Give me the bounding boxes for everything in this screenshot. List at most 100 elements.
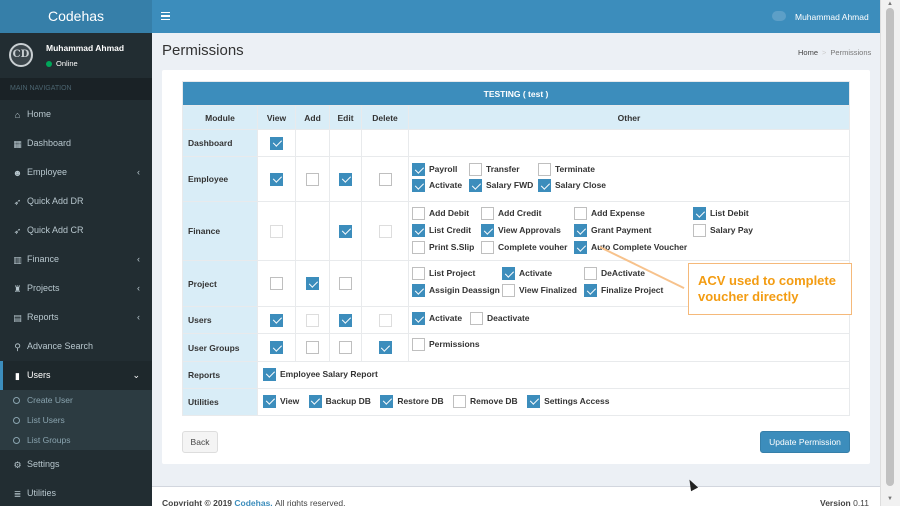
perm-transfer[interactable]: Transfer (469, 163, 520, 176)
sidebar-item-users[interactable]: ▮ Users ⌄ (0, 361, 152, 390)
perm-auto-complete-voucher[interactable]: Auto Complete Voucher (574, 241, 687, 254)
sidebar-item-employee[interactable]: ☻ Employee ‹ (0, 158, 152, 187)
user-groups-edit-checkbox[interactable] (339, 341, 352, 354)
list-project-checkbox[interactable] (412, 267, 425, 280)
util-view-checkbox[interactable] (263, 394, 276, 408)
users-deactivate-checkbox[interactable] (470, 312, 483, 325)
submenu-item-list-groups[interactable]: List Groups (0, 430, 152, 450)
sidebar-item-reports[interactable]: ▤ Reports ‹ (0, 303, 152, 332)
users-edit-checkbox[interactable] (339, 313, 352, 327)
grant-payment-checkbox[interactable] (574, 224, 587, 237)
finance-edit-checkbox[interactable] (339, 224, 352, 238)
perm-salary-pay[interactable]: Salary Pay (693, 224, 753, 237)
sidebar-item-home[interactable]: ⌂ Home (0, 100, 152, 129)
user-groups-view-checkbox[interactable] (270, 341, 283, 354)
update-permission-button[interactable]: Update Permission (760, 431, 850, 453)
perm-view-finalized[interactable]: View Finalized (502, 284, 577, 297)
perm-settings-access[interactable]: Settings Access (527, 394, 609, 408)
salary-pay-checkbox[interactable] (693, 224, 706, 237)
add-credit-checkbox[interactable] (481, 207, 494, 220)
app-logo[interactable]: Codehas (0, 0, 152, 33)
auto-complete-voucher-checkbox[interactable] (574, 241, 587, 254)
perm-add-debit[interactable]: Add Debit (412, 207, 469, 220)
perm-assign-deassign[interactable]: Assigin Deassign (412, 284, 500, 297)
add-expense-checkbox[interactable] (574, 207, 587, 220)
sidebar-item-dashboard[interactable]: ▦ Dashboard (0, 129, 152, 158)
finalize-project-checkbox[interactable] (584, 284, 597, 297)
activate-checkbox[interactable] (412, 179, 425, 192)
employee-add-checkbox[interactable] (306, 172, 319, 186)
payroll-checkbox[interactable] (412, 163, 425, 176)
perm-list-debit[interactable]: List Debit (693, 207, 749, 220)
perm-payroll[interactable]: Payroll (412, 163, 457, 176)
print-s-slip-checkbox[interactable] (412, 241, 425, 254)
perm-add-expense[interactable]: Add Expense (574, 207, 645, 220)
sidebar-item-advance-search[interactable]: ⚲ Advance Search (0, 332, 152, 361)
project-edit-checkbox[interactable] (339, 277, 352, 290)
perm-users-deactivate[interactable]: Deactivate (470, 312, 530, 325)
settings-access-checkbox[interactable] (527, 394, 541, 408)
employee-delete-checkbox[interactable] (378, 172, 392, 186)
employee-salary-report-checkbox[interactable] (263, 367, 276, 381)
submenu-item-list-users[interactable]: List Users (0, 410, 152, 430)
perm-employee-salary-report[interactable]: Employee Salary Report (263, 367, 378, 381)
backup-db-checkbox[interactable] (308, 394, 322, 408)
sidebar-item-projects[interactable]: ♜ Projects ‹ (0, 274, 152, 303)
perm-permissions[interactable]: Permissions (412, 338, 480, 351)
sidebar-item-quick-add-dr[interactable]: ➶ Quick Add DR (0, 187, 152, 216)
scroll-up-arrow-icon[interactable]: ▲ (887, 1, 893, 7)
perm-salary-close[interactable]: Salary Close (538, 179, 606, 192)
perm-project-activate[interactable]: Activate (502, 267, 552, 280)
sidebar-item-utilities[interactable]: ≣ Utilities (0, 479, 152, 506)
project-view-checkbox[interactable] (270, 277, 283, 290)
navbar-user-avatar[interactable] (772, 11, 786, 21)
remove-db-checkbox[interactable] (452, 394, 466, 408)
perm-deactivate[interactable]: DeActivate (584, 267, 645, 280)
breadcrumb-home[interactable]: Home (798, 48, 818, 57)
users-delete-checkbox[interactable] (378, 313, 392, 327)
terminate-checkbox[interactable] (538, 163, 551, 176)
sidebar-item-settings[interactable]: ⚙ Settings (0, 450, 152, 479)
scroll-down-arrow-icon[interactable]: ▼ (887, 496, 893, 502)
perm-grant-payment[interactable]: Grant Payment (574, 224, 651, 237)
employee-edit-checkbox[interactable] (339, 172, 352, 186)
user-groups-add-checkbox[interactable] (306, 341, 319, 354)
perm-finalize-project[interactable]: Finalize Project (584, 284, 663, 297)
hamburger-menu-icon[interactable] (161, 12, 170, 20)
perm-salary-fwd[interactable]: Salary FWD (469, 179, 533, 192)
salary-fwd-checkbox[interactable] (469, 179, 482, 192)
employee-view-checkbox[interactable] (270, 172, 283, 186)
navbar-user-name[interactable]: Muhammad Ahmad (795, 12, 869, 22)
permissions-checkbox[interactable] (412, 338, 425, 351)
perm-util-view[interactable]: View (263, 394, 299, 408)
assign-deassign-checkbox[interactable] (412, 284, 425, 297)
deactivate-checkbox[interactable] (584, 267, 597, 280)
perm-print-s-slip[interactable]: Print S.Slip (412, 241, 474, 254)
submenu-item-create-user[interactable]: Create User (0, 390, 152, 410)
restore-db-checkbox[interactable] (380, 394, 394, 408)
page-scrollbar[interactable]: ▲ ▼ (880, 0, 900, 506)
view-finalized-checkbox[interactable] (502, 284, 515, 297)
complete-voucher-checkbox[interactable] (481, 241, 494, 254)
user-groups-delete-checkbox[interactable] (378, 341, 392, 354)
users-activate-checkbox[interactable] (412, 312, 425, 325)
view-approvals-checkbox[interactable] (481, 224, 494, 237)
project-activate-checkbox[interactable] (502, 267, 515, 280)
sidebar-item-quick-add-cr[interactable]: ➶ Quick Add CR (0, 216, 152, 245)
perm-list-project[interactable]: List Project (412, 267, 475, 280)
perm-complete-voucher[interactable]: Complete vouher (481, 241, 567, 254)
sidebar-item-finance[interactable]: ▥ Finance ‹ (0, 245, 152, 274)
perm-activate[interactable]: Activate (412, 179, 462, 192)
add-debit-checkbox[interactable] (412, 207, 425, 220)
footer-brand-link[interactable]: Codehas. (234, 498, 272, 506)
perm-remove-db[interactable]: Remove DB (452, 394, 518, 408)
perm-users-activate[interactable]: Activate (412, 312, 462, 325)
list-credit-checkbox[interactable] (412, 224, 425, 237)
salary-close-checkbox[interactable] (538, 179, 551, 192)
perm-add-credit[interactable]: Add Credit (481, 207, 541, 220)
perm-restore-db[interactable]: Restore DB (380, 394, 444, 408)
users-view-checkbox[interactable] (270, 313, 283, 327)
perm-list-credit[interactable]: List Credit (412, 224, 471, 237)
finance-view-checkbox[interactable] (270, 224, 283, 238)
perm-view-approvals[interactable]: View Approvals (481, 224, 561, 237)
